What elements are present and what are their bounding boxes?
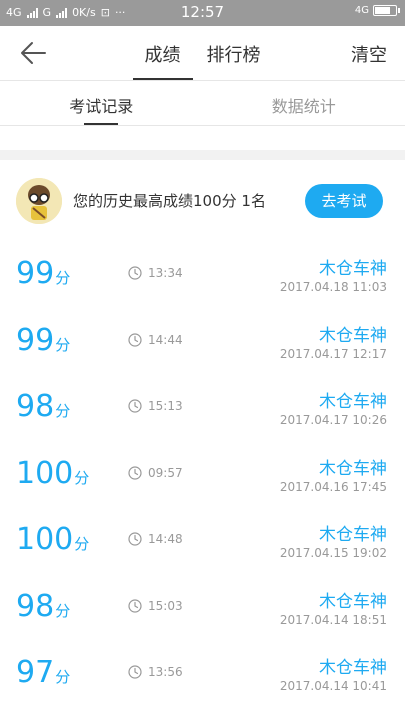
section-gap xyxy=(0,150,405,160)
score-unit: 分 xyxy=(55,335,71,354)
best-score-text: 您的历史最高成绩100分 1名 xyxy=(73,192,266,210)
network-type-3: 4G xyxy=(354,5,369,16)
sub-tabs: 考试记录 数据统计 xyxy=(0,81,405,125)
score: 100分 xyxy=(16,522,89,557)
duration: 13:34 xyxy=(128,266,183,280)
tab-exam-records[interactable]: 考试记录 xyxy=(0,81,203,125)
score: 99分 xyxy=(16,256,70,291)
record-date: 2017.04.18 11:03 xyxy=(279,280,387,294)
user-name: 木仓车神 xyxy=(319,259,387,279)
score: 100分 xyxy=(16,456,89,491)
user-name: 木仓车神 xyxy=(319,525,387,545)
record-row[interactable]: 98分 15:13 木仓车神 2017.04.17 10:26 xyxy=(0,375,405,442)
score-unit: 分 xyxy=(55,269,71,287)
score-value: 100 xyxy=(16,522,74,557)
record-date: 2017.04.16 17:45 xyxy=(279,479,387,494)
duration-value: 13:34 xyxy=(148,266,183,280)
duration-value: 14:48 xyxy=(148,532,183,546)
score-value: 99 xyxy=(16,256,55,291)
score-value: 97 xyxy=(16,655,55,690)
clock: 12:57 xyxy=(180,3,225,21)
record-row[interactable]: 100分 09:57 木仓车神 2017.04.16 17:45 xyxy=(0,442,405,509)
duration-value: 15:13 xyxy=(148,399,183,413)
record-date: 2017.04.14 10:41 xyxy=(279,679,387,693)
clock-icon xyxy=(128,266,142,280)
score-value: 98 xyxy=(16,389,55,424)
record-row[interactable]: 99分 13:34 木仓车神 2017.04.18 11:03 xyxy=(0,242,405,309)
clock-icon xyxy=(128,598,142,613)
score: 97分 xyxy=(16,655,70,690)
duration: 14:44 xyxy=(128,333,183,347)
duration: 15:03 xyxy=(128,599,183,613)
score: 98分 xyxy=(16,589,70,624)
best-score-panel: 您的历史最高成绩100分 1名 去考试 xyxy=(0,160,405,240)
score-value: 100 xyxy=(16,455,74,491)
record-date: 2017.04.15 19:02 xyxy=(279,546,387,560)
score-unit: 分 xyxy=(55,601,71,620)
score-value: 98 xyxy=(16,588,55,624)
duration: 14:48 xyxy=(128,532,183,546)
score-unit: 分 xyxy=(55,668,71,686)
tab-statistics[interactable]: 数据统计 xyxy=(203,81,405,125)
score: 99分 xyxy=(16,323,70,358)
user-name: 木仓车神 xyxy=(319,392,387,412)
user-name: 木仓车神 xyxy=(319,325,387,346)
duration-value: 14:44 xyxy=(148,332,183,347)
clear-button[interactable]: 清空 xyxy=(351,41,387,67)
top-bar: 成绩 排行榜 清空 xyxy=(0,26,405,80)
duration: 09:57 xyxy=(128,466,183,480)
clock-icon xyxy=(128,399,142,413)
tab-scores[interactable]: 成绩 xyxy=(132,26,193,80)
status-bar: 4G G 0K/s ⊡ ··· 12:57 4G xyxy=(0,0,405,26)
user-name: 木仓车神 xyxy=(319,591,387,612)
user-name: 木仓车神 xyxy=(319,658,387,678)
record-row[interactable]: 100分 14:48 木仓车神 2017.04.15 19:02 xyxy=(0,508,405,575)
duration: 15:13 xyxy=(128,399,183,413)
battery-icon xyxy=(373,5,400,16)
duration-value: 15:03 xyxy=(148,598,183,613)
clock-icon xyxy=(128,465,142,480)
score-value: 99 xyxy=(16,322,55,358)
duration-value: 13:56 xyxy=(148,665,183,679)
duration: 13:56 xyxy=(128,665,183,679)
clock-icon xyxy=(128,532,142,546)
record-list: 99分 13:34 木仓车神 2017.04.18 11:03 99分 14:44 木仓车神… xyxy=(0,242,405,708)
divider xyxy=(0,125,405,126)
tab-ranking[interactable]: 排行榜 xyxy=(207,26,261,80)
score-unit: 分 xyxy=(74,535,90,553)
score-unit: 分 xyxy=(55,402,71,420)
clock-icon xyxy=(128,332,142,347)
record-date: 2017.04.17 10:26 xyxy=(279,413,387,427)
record-date: 2017.04.14 18:51 xyxy=(279,612,387,627)
clock-icon xyxy=(128,665,142,679)
record-date: 2017.04.17 12:17 xyxy=(279,346,387,361)
top-tabs: 成绩 排行榜 xyxy=(0,26,405,80)
avatar xyxy=(16,178,62,224)
score: 98分 xyxy=(16,389,70,424)
user-name: 木仓车神 xyxy=(319,458,387,479)
take-exam-button[interactable]: 去考试 xyxy=(305,184,383,218)
score-unit: 分 xyxy=(74,468,90,487)
record-row[interactable]: 97分 13:56 木仓车神 2017.04.14 10:41 xyxy=(0,641,405,708)
record-row[interactable]: 98分 15:03 木仓车神 2017.04.14 18:51 xyxy=(0,575,405,642)
record-row[interactable]: 99分 14:44 木仓车神 2017.04.17 12:17 xyxy=(0,309,405,376)
duration-value: 09:57 xyxy=(148,465,183,480)
status-right: 4G xyxy=(354,5,400,16)
